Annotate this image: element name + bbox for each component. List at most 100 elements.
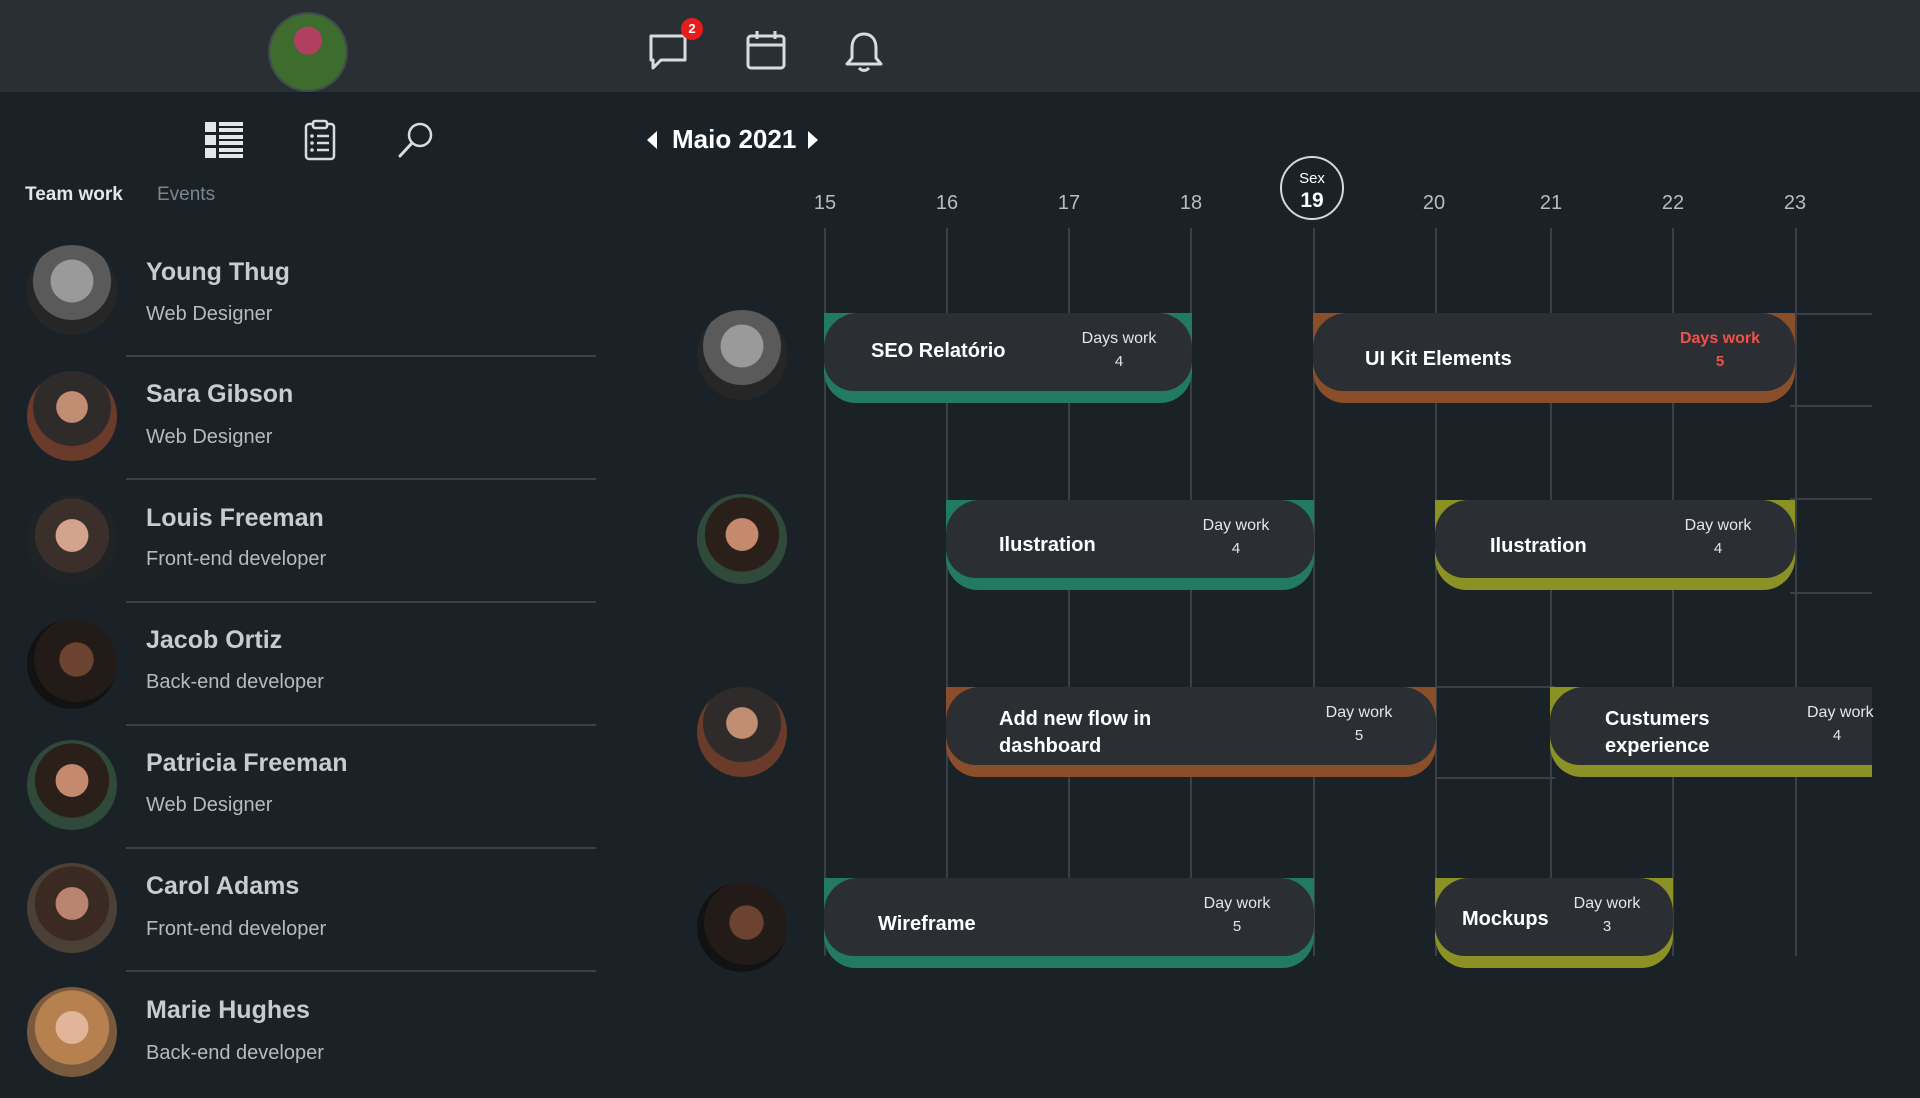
list-item[interactable]: Sara Gibson Web Designer [0, 362, 600, 482]
bell-icon[interactable] [841, 28, 887, 74]
task-card[interactable]: Mockups Day work 3 [1435, 878, 1673, 968]
task-title: Custumers experience [1605, 708, 1710, 757]
list-item[interactable]: Marie Hughes Back-end developer [0, 978, 600, 1098]
task-card[interactable]: Wireframe Day work 5 [824, 878, 1314, 968]
divider [126, 478, 596, 480]
member-name: Jacob Ortiz [146, 626, 283, 654]
task-title: UI Kit Elements [1365, 348, 1512, 370]
task-title: Mockups [1462, 908, 1549, 930]
task-card[interactable]: Add new flow in dashboard Day work 5 [946, 687, 1436, 777]
task-card[interactable]: Custumers experience Day work 4 [1550, 687, 1874, 777]
calendar-icon[interactable] [743, 28, 789, 74]
days-work-value: 5 [1715, 353, 1725, 370]
avatar [27, 619, 117, 709]
days-work-value: 4 [1713, 540, 1723, 557]
task-title: SEO Relatório [871, 340, 1006, 362]
grid-line [1790, 592, 1872, 594]
task-title: Add new flow in dashboard [999, 708, 1152, 757]
day-17[interactable]: 17 [1058, 192, 1080, 215]
tab-events[interactable]: Events [157, 184, 215, 206]
member-role: Front-end developer [146, 918, 327, 940]
member-name: Young Thug [146, 258, 290, 286]
day-23[interactable]: 23 [1784, 192, 1806, 215]
grid-line [1790, 313, 1872, 315]
task-card[interactable]: Ilustration Day work 4 [946, 500, 1314, 590]
day-21[interactable]: 21 [1540, 192, 1562, 215]
days-work-value: 5 [1232, 918, 1242, 935]
days-work-label: Day work [1807, 704, 1874, 721]
member-name: Sara Gibson [146, 380, 294, 408]
avatar [697, 494, 787, 584]
divider [126, 970, 596, 972]
member-name: Marie Hughes [146, 996, 310, 1024]
tab-team-work[interactable]: Team work [25, 184, 123, 206]
days-work-label: Days work [1679, 330, 1761, 347]
user-avatar[interactable] [270, 14, 346, 90]
grid-line [1790, 498, 1872, 500]
member-role: Web Designer [146, 303, 273, 325]
list-item[interactable]: Jacob Ortiz Back-end developer [0, 608, 600, 728]
days-work-value: 4 [1832, 727, 1842, 744]
avatar [27, 495, 117, 585]
task-title: Ilustration [999, 534, 1096, 556]
member-role: Web Designer [146, 794, 273, 816]
days-work-value: 3 [1602, 918, 1612, 935]
days-work-value: 4 [1114, 353, 1124, 370]
days-work-label: Day work [1573, 895, 1641, 912]
avatar [27, 863, 117, 953]
list-item[interactable]: Louis Freeman Front-end developer [0, 486, 600, 606]
days-work-label: Days work [1081, 330, 1157, 347]
day-15[interactable]: 15 [814, 192, 836, 215]
avatar [697, 882, 787, 972]
grid-line [1790, 405, 1872, 407]
days-work-value: 5 [1354, 727, 1364, 744]
member-name: Carol Adams [146, 872, 300, 900]
divider [126, 847, 596, 849]
task-card[interactable]: UI Kit Elements Days work 5 [1313, 313, 1795, 403]
member-name: Louis Freeman [146, 504, 324, 532]
day-22[interactable]: 22 [1662, 192, 1684, 215]
days-work-label: Day work [1684, 517, 1752, 534]
avatar [27, 740, 117, 830]
task-title: Wireframe [878, 913, 976, 935]
next-month-button[interactable] [808, 131, 818, 149]
days-work-label: Day work [1203, 895, 1271, 912]
search-icon[interactable] [394, 118, 438, 162]
avatar [27, 371, 117, 461]
today-marker[interactable]: Sex 19 [1280, 156, 1344, 220]
task-card[interactable]: SEO Relatório Days work 4 [824, 313, 1192, 403]
message-count-badge: 2 [681, 18, 703, 40]
grid-line [1435, 777, 1555, 779]
task-title: Ilustration [1490, 535, 1587, 557]
member-role: Back-end developer [146, 1042, 324, 1064]
divider [126, 724, 596, 726]
list-item[interactable]: Carol Adams Front-end developer [0, 854, 600, 974]
month-label: Maio 2021 [672, 124, 797, 154]
day-18[interactable]: 18 [1180, 192, 1202, 215]
grid-line [1435, 686, 1555, 688]
clipboard-icon[interactable] [298, 118, 342, 162]
task-card[interactable]: Ilustration Day work 4 [1435, 500, 1795, 590]
list-item[interactable]: Young Thug Web Designer [0, 240, 600, 360]
member-name: Patricia Freeman [146, 749, 348, 777]
divider [126, 355, 596, 357]
prev-month-button[interactable] [647, 131, 657, 149]
day-20[interactable]: 20 [1423, 192, 1445, 215]
member-role: Back-end developer [146, 671, 324, 693]
day-16[interactable]: 16 [936, 192, 958, 215]
avatar [697, 687, 787, 777]
list-item[interactable]: Patricia Freeman Web Designer [0, 731, 600, 851]
list-view-icon[interactable] [202, 118, 246, 162]
days-work-value: 4 [1231, 540, 1241, 557]
days-work-label: Day work [1325, 704, 1393, 721]
task-card-body [1435, 500, 1795, 578]
today-day: 19 [1300, 189, 1324, 212]
days-work-label: Day work [1202, 517, 1270, 534]
divider [126, 601, 596, 603]
member-role: Web Designer [146, 426, 273, 448]
avatar [27, 245, 117, 335]
member-role: Front-end developer [146, 548, 327, 570]
avatar [27, 987, 117, 1077]
avatar [697, 310, 787, 400]
today-weekday: Sex [1299, 170, 1325, 187]
